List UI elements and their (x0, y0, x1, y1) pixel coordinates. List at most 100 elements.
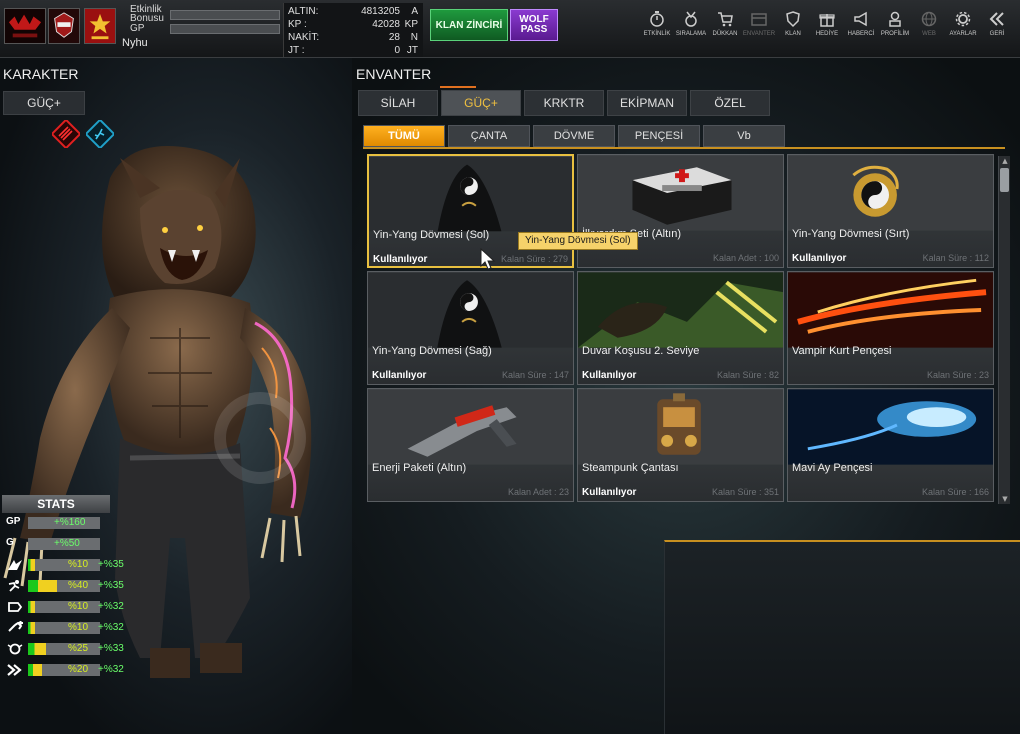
item-slot[interactable]: Yin-Yang Dövmesi (Sol) Kullanılıyor Kala… (367, 154, 574, 268)
nav-dukkan[interactable]: DÜKKAN (708, 8, 742, 48)
scroll-down-arrow-icon[interactable]: ▼ (999, 494, 1011, 504)
item-image-medkit (578, 155, 783, 231)
stat-row-dash: %20 +%32 (2, 660, 130, 681)
stat-bar (28, 622, 100, 634)
item-remaining: Kalan Adet : 23 (507, 487, 569, 497)
inventory-grid: Yin-Yang Dövmesi (Sol) Kullanılıyor Kala… (367, 154, 997, 504)
klan-chain-button[interactable]: KLAN ZİNCİRİ (430, 9, 508, 41)
nav-ayarlar[interactable]: AYARLAR (946, 8, 980, 48)
nav-label: PROFİLİM (880, 31, 910, 37)
stat-row-g: G +%50 (2, 534, 130, 555)
medal-icon (685, 11, 697, 27)
item-slot[interactable]: Yin-Yang Dövmesi (Sağ) Kullanılıyor Kala… (367, 271, 574, 385)
inventory-scrollbar[interactable]: ▲ ▼ (998, 156, 1010, 504)
nav-web[interactable]: WEB (912, 8, 946, 48)
stat-bonus: +%32 (98, 622, 124, 633)
scroll-up-arrow-icon[interactable]: ▲ (999, 156, 1011, 166)
stat-percent: %10 (68, 622, 89, 633)
tab-silah[interactable]: SİLAH (358, 90, 438, 116)
item-remaining: Kalan Süre : 147 (501, 370, 569, 380)
globe-icon (921, 11, 937, 27)
defense-icon (8, 602, 23, 612)
item-image-energy-gun (368, 389, 573, 465)
item-status: Kullanılıyor (582, 487, 637, 498)
nav-label: DÜKKAN (712, 31, 738, 37)
character-panel: KARAKTER GÜÇ+ STATS GP +%160 G +%50 %10 … (0, 58, 352, 734)
item-slot[interactable]: Duvar Koşusu 2. Seviye Kullanılıyor Kala… (577, 271, 784, 385)
title-underline (440, 86, 476, 88)
currency-row-jt: JT : 0 JT (284, 45, 424, 57)
clan-emblem[interactable] (48, 8, 80, 44)
stat-fill (28, 643, 46, 655)
stats-panel: STATS GP +%160 G +%50 %10 +%35 %40 +%35 … (2, 495, 130, 681)
item-status: Kullanılıyor (372, 370, 427, 381)
character-name: Nyhu (122, 37, 148, 49)
subtab-tumu[interactable]: TÜMÜ (363, 125, 445, 147)
tab-krktr[interactable]: KRKTR (524, 90, 604, 116)
item-name: Vampir Kurt Pençesi (792, 345, 892, 357)
item-name: Mavi Ay Pençesi (792, 462, 873, 474)
item-name: Duvar Koşusu 2. Seviye (582, 345, 700, 357)
item-slot[interactable]: Yin-Yang Dövmesi (Sırt) Kullanılıyor Kal… (787, 154, 994, 268)
currency-row-cash: NAKİT: 28 N (284, 32, 424, 44)
stat-row-health: %10 +%32 (2, 618, 130, 639)
nav-siralama[interactable]: SIRALAMA (674, 8, 708, 48)
item-slot[interactable]: İlkyardım Seti (Altın) Kalan Adet : 100 (577, 154, 784, 268)
item-slot[interactable]: Vampir Kurt Pençesi Kalan Süre : 23 (787, 271, 994, 385)
nav-label: ENVANTER (742, 31, 776, 37)
inventory-subtabs: TÜMÜ ÇANTA DÖVME PENÇESİ Vb (363, 125, 1005, 149)
item-slot[interactable]: Steampunk Çantası Kullanılıyor Kalan Sür… (577, 388, 784, 502)
stat-bonus: +%50 (54, 538, 80, 549)
nav-envanter[interactable]: ENVANTER (742, 8, 776, 48)
stat-row-speed: %40 +%35 (2, 576, 130, 597)
stopwatch-icon (650, 11, 664, 27)
top-bar: Etkinlik Bonusu GP Nyhu ALTIN: 4813205 A… (0, 0, 1020, 58)
stat-bonus: +%32 (98, 664, 124, 675)
item-slot[interactable]: Enerji Paketi (Altın) Kalan Adet : 23 (367, 388, 574, 502)
item-remaining: Kalan Süre : 23 (926, 370, 989, 380)
currency-label: KP : (288, 19, 307, 30)
currency-value: 42028 (372, 19, 400, 30)
stat-fill (28, 559, 35, 571)
tab-ozel[interactable]: ÖZEL (690, 90, 770, 116)
stat-percent: %40 (68, 580, 89, 591)
stat-percent: %10 (68, 601, 89, 612)
subtab-pencesi[interactable]: PENÇESİ (618, 125, 700, 147)
subtab-dovme[interactable]: DÖVME (533, 125, 615, 147)
stat-fill (28, 622, 35, 634)
item-remaining: Kalan Süre : 112 (922, 253, 989, 263)
inventory-title: ENVANTER (356, 66, 432, 82)
dash-icon (7, 664, 22, 676)
character-tab-guc[interactable]: GÜÇ+ (3, 91, 85, 115)
subtab-vb[interactable]: Vb (703, 125, 785, 147)
currency-unit: JT (406, 45, 418, 56)
nav-hediye[interactable]: HEDİYE (810, 8, 844, 48)
nav-label: HABERCİ (847, 31, 875, 37)
item-name: Yin-Yang Dövmesi (Sağ) (372, 345, 492, 357)
tab-ekipman[interactable]: EKİPMAN (607, 90, 687, 116)
nav-geri[interactable]: GERİ (980, 8, 1014, 48)
nav-profilim[interactable]: PROFİLİM (878, 8, 912, 48)
nav-klan[interactable]: KLAN (776, 8, 810, 48)
item-status: Kullanılıyor (792, 253, 847, 264)
stat-bonus: +%35 (98, 559, 124, 570)
nav-label: ETKİNLİK (643, 31, 671, 37)
nav-label: KLAN (785, 31, 801, 37)
nav-haberci[interactable]: HABERCİ (844, 8, 878, 48)
nav-etkinlik[interactable]: ETKİNLİK (640, 8, 674, 48)
item-remaining: Kalan Adet : 100 (712, 253, 779, 263)
stat-row-attack: %10 +%35 (2, 555, 130, 576)
currency-value: 28 (388, 32, 400, 43)
item-status: Kullanılıyor (582, 370, 637, 381)
nav-label: WEB (922, 31, 936, 37)
scroll-thumb[interactable] (1000, 168, 1009, 192)
stat-bar (28, 664, 100, 676)
stat-percent: %25 (68, 643, 89, 654)
item-slot[interactable]: Mavi Ay Pençesi Kalan Süre : 166 (787, 388, 994, 502)
tab-guc[interactable]: GÜÇ+ (441, 90, 521, 116)
item-image-steampunk-backpack (578, 389, 783, 465)
stat-bonus: +%160 (54, 517, 86, 528)
subtab-canta[interactable]: ÇANTA (448, 125, 530, 147)
wolf-pass-button[interactable]: WOLF PASS (510, 9, 558, 41)
gp-stat-icon: GP (6, 516, 21, 527)
